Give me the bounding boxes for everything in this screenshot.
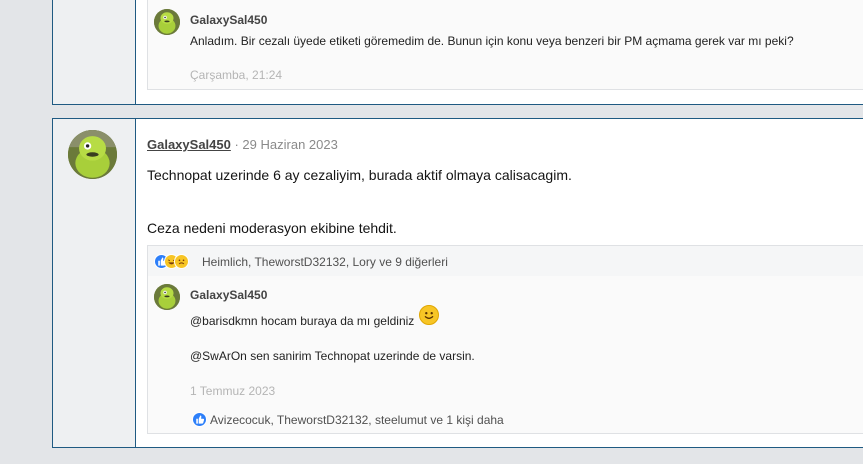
user-column: [53, 0, 136, 104]
post-previous: GalaxySal450 Anladım. Bir cezalı üyede e…: [52, 0, 863, 105]
comment-author[interactable]: GalaxySal450: [190, 13, 267, 27]
post-date[interactable]: · 29 Haziran 2023: [234, 137, 337, 152]
user-column: [53, 119, 136, 447]
comment-text-line: @SwArOn sen sanirim Technopat uzerinde d…: [190, 349, 475, 363]
comment-time[interactable]: 1 Temmuz 2023: [190, 384, 275, 398]
comment-text-line: @barisdkmn hocam buraya da mı geldiniz: [190, 314, 415, 328]
post-meta: GalaxySal450 · 29 Haziran 2023: [147, 137, 338, 152]
sad-icon: [174, 254, 189, 269]
comment-box: GalaxySal450 @barisdkmn hocam buraya da …: [147, 276, 863, 434]
like-icon[interactable]: [192, 412, 207, 427]
author-link[interactable]: GalaxySal450: [147, 137, 231, 152]
comment-box: GalaxySal450 Anladım. Bir cezalı üyede e…: [147, 0, 863, 90]
post-body-line: Technopat uzerinde 6 ay cezaliyim, burad…: [147, 167, 572, 183]
smile-emoji-icon: [419, 305, 439, 325]
comment-avatar[interactable]: [154, 9, 180, 35]
reactions-list[interactable]: Heimlich, TheworstD32132, Lory ve 9 diğe…: [202, 255, 448, 269]
comment-author[interactable]: GalaxySal450: [190, 288, 267, 302]
reaction-icons[interactable]: [154, 254, 202, 270]
comment-avatar[interactable]: [154, 284, 180, 310]
post-main: GalaxySal450 · 29 Haziran 2023 Technopat…: [52, 118, 863, 448]
reaction-bar: Heimlich, TheworstD32132, Lory ve 9 diğe…: [147, 245, 863, 276]
comment-reactions-list[interactable]: Avizecocuk, TheworstD32132, steelumut ve…: [210, 413, 504, 427]
comment-text: Anladım. Bir cezalı üyede etiketi göreme…: [190, 34, 794, 48]
comment-time[interactable]: Çarşamba, 21:24: [190, 68, 282, 82]
author-avatar[interactable]: [68, 130, 117, 179]
post-body-line: Ceza nedeni moderasyon ekibine tehdit.: [147, 220, 397, 236]
